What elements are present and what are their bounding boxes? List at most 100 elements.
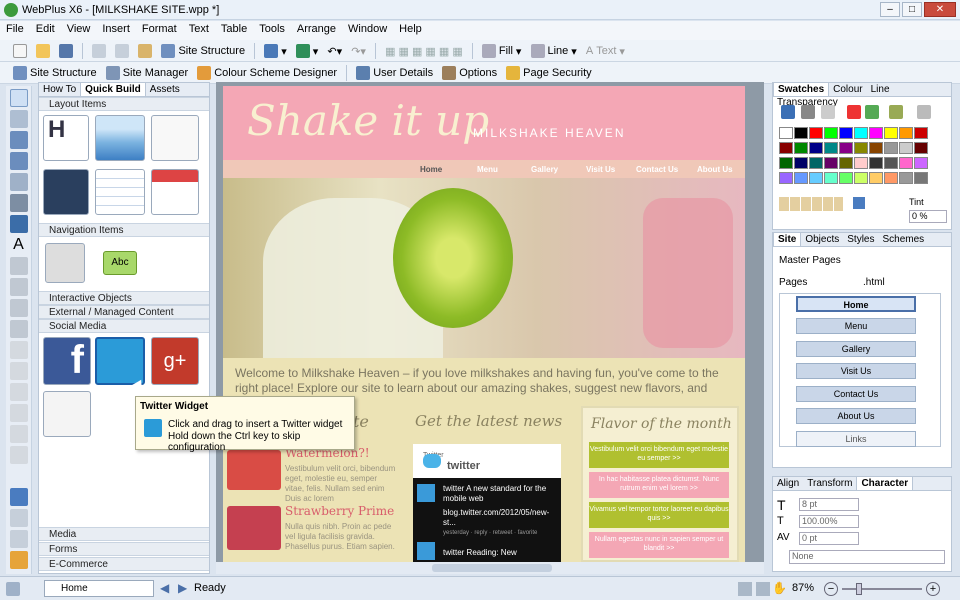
scrollbar-thumb[interactable] xyxy=(432,564,552,572)
colour-swatch[interactable] xyxy=(794,172,808,184)
media-tool-icon[interactable] xyxy=(9,362,28,380)
fill-button[interactable]: Fill ▾ xyxy=(479,42,525,60)
menu-edit[interactable]: Edit xyxy=(30,21,61,37)
flavor-item-3[interactable]: Vivamus vel tempor tortor laoreet eu dap… xyxy=(589,502,729,528)
gradient-icon[interactable] xyxy=(889,105,903,119)
picture-tool-icon[interactable] xyxy=(9,299,28,317)
flash-tool-icon[interactable] xyxy=(9,320,28,338)
tab-assets[interactable]: Assets xyxy=(146,83,184,96)
options-button[interactable]: Options xyxy=(439,64,500,82)
colour-swatch[interactable] xyxy=(899,157,913,169)
colour-swatch[interactable] xyxy=(809,172,823,184)
text-tool-icon[interactable]: A xyxy=(10,236,28,254)
colour-swatch[interactable] xyxy=(794,142,808,154)
page-security-button[interactable]: Page Security xyxy=(503,64,594,82)
tab-align[interactable]: Align xyxy=(773,477,803,490)
page-home[interactable]: Home xyxy=(796,296,916,312)
pan-hand-icon[interactable]: ✋ xyxy=(772,581,787,595)
scheme-swatches[interactable] xyxy=(779,197,843,211)
twitter-icon[interactable] xyxy=(95,337,145,385)
pages-label[interactable]: Pages xyxy=(779,277,807,288)
menu-table[interactable]: Table xyxy=(215,21,253,37)
pointer-tool-icon[interactable] xyxy=(9,89,28,107)
flavor-item-4[interactable]: Nullam egestas nunc in sapien semper ut … xyxy=(589,532,729,558)
link-tool-icon[interactable] xyxy=(9,173,28,191)
page-nav-icon[interactable] xyxy=(6,582,20,596)
table-item[interactable] xyxy=(95,169,145,215)
site-nav-gallery[interactable]: Gallery xyxy=(531,165,558,174)
page-gallery[interactable]: Gallery xyxy=(796,341,916,357)
pen-tool-icon[interactable] xyxy=(9,215,28,233)
tab-quick-build[interactable]: Quick Build xyxy=(80,83,146,96)
colour-swatch[interactable] xyxy=(809,157,823,169)
page-visit-us[interactable]: Visit Us xyxy=(796,363,916,379)
pattern-icon[interactable] xyxy=(917,105,931,119)
menu-text[interactable]: Text xyxy=(183,21,215,37)
section-forms[interactable]: Forms xyxy=(39,542,209,556)
colour-swatch[interactable] xyxy=(839,172,853,184)
zoom-fit-icon[interactable] xyxy=(738,582,752,596)
colour-swatch[interactable] xyxy=(914,172,928,184)
colour-swatch[interactable] xyxy=(839,157,853,169)
scale-input[interactable]: 100.00% xyxy=(799,515,859,528)
colour-swatch[interactable] xyxy=(824,142,838,154)
colour-swatch[interactable] xyxy=(839,127,853,139)
section-external-content[interactable]: External / Managed Content xyxy=(39,305,209,319)
publish-button[interactable]: ▾ xyxy=(293,42,322,60)
colour-swatch[interactable] xyxy=(779,142,793,154)
shape-tool-icon[interactable] xyxy=(9,194,28,212)
colour-swatch[interactable] xyxy=(854,142,868,154)
colour-swatch[interactable] xyxy=(884,142,898,154)
colour-swatch[interactable] xyxy=(779,172,793,184)
tab-colour[interactable]: Colour xyxy=(829,83,866,96)
section-layout-items[interactable]: Layout Items xyxy=(39,97,209,111)
tab-styles[interactable]: Styles xyxy=(843,233,878,246)
text-frame-item[interactable]: H xyxy=(43,115,89,161)
palette-icon[interactable] xyxy=(847,105,861,119)
colour-swatch[interactable] xyxy=(854,172,868,184)
underline-select[interactable]: None xyxy=(789,550,945,564)
colour-swatch[interactable] xyxy=(794,127,808,139)
colour-swatch[interactable] xyxy=(899,142,913,154)
undo-button[interactable]: ↶▾ xyxy=(324,42,345,60)
hotspot-tool-icon[interactable] xyxy=(9,404,28,422)
menu-insert[interactable]: Insert xyxy=(96,21,136,37)
nav-tool-icon[interactable] xyxy=(9,425,28,443)
package-tool-icon[interactable] xyxy=(9,551,28,569)
eyedropper-icon[interactable] xyxy=(853,197,865,209)
page-canvas[interactable]: Shake it up MILKSHAKE HEAVEN Home Menu G… xyxy=(223,86,745,562)
maximize-button[interactable]: □ xyxy=(902,2,922,17)
page-about-us[interactable]: About Us xyxy=(796,408,916,424)
tab-how-to[interactable]: How To xyxy=(39,83,80,96)
table-tool-icon[interactable] xyxy=(9,152,28,170)
preview-button[interactable]: ▾ xyxy=(261,42,290,60)
colour-swatch[interactable] xyxy=(794,157,808,169)
colour-swatch[interactable] xyxy=(824,127,838,139)
site-nav-visit[interactable]: Visit Us xyxy=(586,165,615,174)
button-item[interactable]: Abc xyxy=(103,251,137,275)
site-nav-about[interactable]: About Us xyxy=(697,165,733,174)
tweet-1-link[interactable]: blog.twitter.com/2012/05/new-st... xyxy=(443,508,557,528)
tab-objects[interactable]: Objects xyxy=(801,233,843,246)
colour-swatch[interactable] xyxy=(884,172,898,184)
colour-swatch[interactable] xyxy=(869,142,883,154)
blank-item[interactable] xyxy=(151,115,199,161)
text-button[interactable]: A Text ▾ xyxy=(583,42,628,60)
colour-swatch[interactable] xyxy=(779,157,793,169)
colour-swatch[interactable] xyxy=(854,157,868,169)
facebook-icon[interactable]: f xyxy=(43,337,91,385)
colour-swatch[interactable] xyxy=(824,172,838,184)
site-nav-home[interactable]: Home xyxy=(420,165,442,174)
menu-file[interactable]: File xyxy=(0,21,30,37)
google-plus-icon[interactable]: g+ xyxy=(151,337,199,385)
colour-swatch[interactable] xyxy=(914,142,928,154)
colour-swatch[interactable] xyxy=(809,142,823,154)
section-navigation-items[interactable]: Navigation Items xyxy=(39,223,209,237)
form-tool-icon[interactable] xyxy=(9,341,28,359)
fill-tool-icon[interactable] xyxy=(9,257,28,275)
colour-swatch[interactable] xyxy=(914,157,928,169)
tint-input[interactable]: 0 % xyxy=(909,210,947,223)
cut-icon[interactable] xyxy=(89,42,109,60)
picture-item[interactable] xyxy=(95,115,145,161)
close-button[interactable]: ✕ xyxy=(924,2,956,17)
